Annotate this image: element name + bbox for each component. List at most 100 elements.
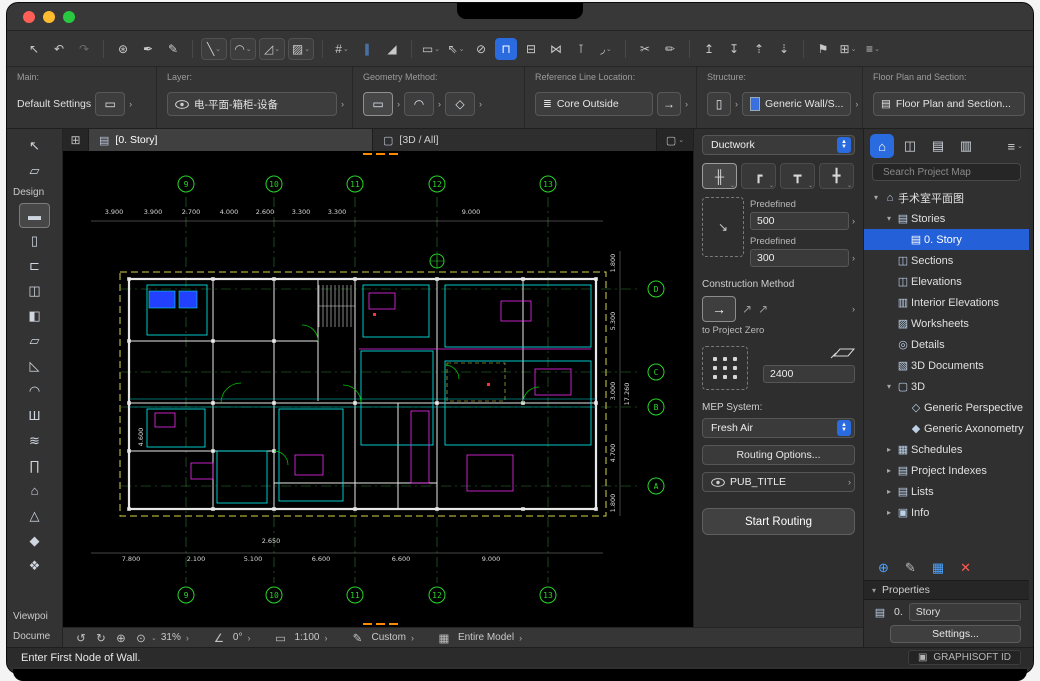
drop-icon[interactable]: ⇣ [773, 38, 795, 60]
chevron-right-icon[interactable]: › [855, 99, 858, 109]
properties-header[interactable]: ▾ Properties [864, 580, 1029, 600]
add-viewpoint-button[interactable]: ⊕ [878, 560, 889, 576]
reference-line-selector[interactable]: ≣ Core Outside [535, 92, 653, 116]
tree-item-lists[interactable]: ▸ ▤ Lists [864, 481, 1029, 502]
tree-item-stories[interactable]: ▾ ▤ Stories [864, 208, 1029, 229]
fillet-icon[interactable]: ◞ ⌄ [595, 38, 617, 60]
guide-lines-icon[interactable]: ∥ [356, 38, 378, 60]
chevron-right-icon[interactable]: › [397, 99, 400, 109]
publisher-icon[interactable]: ▥ [954, 134, 978, 158]
predefined-height-select[interactable]: 300 [750, 249, 849, 267]
pen-set-control[interactable]: Custom › [371, 632, 413, 643]
marquee-tool[interactable]: ▱ [7, 158, 62, 183]
zoom-button[interactable] [63, 10, 75, 23]
zoom-level-control[interactable]: 31% › [161, 632, 189, 643]
window-tool[interactable]: ◫ [7, 278, 62, 303]
trim-icon[interactable]: ⊟ [520, 38, 542, 60]
door-tool[interactable]: ◧ [7, 303, 62, 328]
object-tool[interactable]: ❖ [7, 553, 62, 578]
elevation-icon[interactable] [829, 346, 855, 360]
routing-options-button[interactable]: Routing Options... [702, 445, 855, 465]
palette-section-viewpoi[interactable]: Viewpoi [7, 607, 62, 627]
chevron-right-icon[interactable]: › [341, 99, 344, 109]
search-box[interactable] [872, 163, 1021, 181]
tab-3d-all[interactable]: ▢ [3D / All] [373, 129, 657, 151]
graphisoft-id-badge[interactable]: ▣ GRAPHISOFT ID [907, 650, 1021, 665]
project-map-icon[interactable]: ⌂ [870, 134, 894, 158]
tab-0-story[interactable]: ▤ [0. Story] [89, 129, 373, 151]
align-bottom-icon[interactable]: ↧ [723, 38, 745, 60]
shell-tool[interactable]: ◠ [7, 378, 62, 403]
tree-chevron-icon[interactable]: ▸ [883, 466, 895, 475]
tree-item-generic-perspective[interactable]: ◇ Generic Perspective [864, 397, 1029, 418]
wall-default-settings-button[interactable]: ▭ [95, 92, 126, 116]
close-button[interactable] [23, 10, 35, 23]
composite-selector[interactable]: Generic Wall/S... [742, 92, 852, 116]
snap-guides-icon[interactable]: ◢ [381, 38, 403, 60]
duct-elbow-icon[interactable]: ┏ ⌄ [741, 163, 776, 189]
rotation-control[interactable]: 0° › [233, 632, 251, 643]
default-settings-label[interactable]: Default Settings [17, 98, 91, 110]
orientation-icon[interactable]: ∠ [209, 631, 229, 645]
split-icon[interactable]: ⋈ [545, 38, 567, 60]
tree-chevron-icon[interactable]: ▾ [883, 382, 895, 391]
tree-item-sections[interactable]: ◫ Sections [864, 250, 1029, 271]
pick-up-parameters-icon[interactable]: ✒ [137, 38, 159, 60]
align-top-icon[interactable]: ↥ [698, 38, 720, 60]
tree-item-info[interactable]: ▸ ▣ Info [864, 502, 1029, 523]
floor-plan-drawing[interactable]: 991010111112121313DCBA 3.900 3.900 2.700… [63, 151, 693, 627]
suspend-groups-icon[interactable]: ⊘ [470, 38, 492, 60]
mesh-tool[interactable]: △ [7, 503, 62, 528]
mep-element-type-select[interactable]: Ductwork ▲ ▼ [702, 135, 855, 155]
curtain-wall-tool[interactable]: Ш [7, 403, 62, 428]
previous-view-icon[interactable]: ↺ [71, 631, 91, 645]
geometry-curved-button[interactable]: ◠ [404, 92, 434, 116]
redo-icon[interactable]: ↷ [73, 38, 95, 60]
arc-tool-icon[interactable]: ◠ ⌄ [230, 37, 256, 60]
modify-icon[interactable]: ✏ [659, 38, 681, 60]
tree-item-elevations[interactable]: ◫ Elevations [864, 271, 1029, 292]
layer-selector[interactable]: 电-平面-箱柜-设备 [167, 92, 337, 116]
chevron-right-icon[interactable]: › [852, 216, 855, 226]
tree-item-generic-axonometry[interactable]: ◆ Generic Axonometry [864, 418, 1029, 439]
save-view-button[interactable]: ▦ [932, 560, 944, 576]
tree-chevron-icon[interactable]: ▾ [870, 193, 882, 202]
navigator-menu-icon[interactable]: ≡ ⌄ [1008, 139, 1023, 154]
morph-tool[interactable]: ◆ [7, 528, 62, 553]
undo-icon[interactable]: ↶ [48, 38, 70, 60]
inject-parameters-icon[interactable]: ✎ [162, 38, 184, 60]
marquee-icon[interactable]: ▭ ⌄ [420, 38, 442, 60]
mep-routing-icon[interactable]: ⊓ [495, 37, 517, 60]
stepper-icon[interactable]: ▲ ▼ [837, 137, 851, 153]
zone-tool[interactable]: ⌂ [7, 478, 62, 503]
chevron-right-icon[interactable]: › [479, 99, 482, 109]
tree-item-details[interactable]: ◎ Details [864, 334, 1029, 355]
chevron-right-icon[interactable]: › [852, 304, 855, 314]
structure-type-button[interactable]: ▯ [707, 92, 731, 116]
scissors-icon[interactable]: ✂ [634, 38, 656, 60]
grid-snap-icon[interactable]: # ⌄ [331, 38, 353, 60]
drawing-area[interactable]: 9 9 10 10 11 11 12 12 13 13 D C B A 3.90… [63, 151, 693, 627]
layout-book-icon[interactable]: ▤ [926, 134, 950, 158]
pens-panel-icon[interactable]: ⊞ ⌄ [837, 38, 859, 60]
zoom-in-icon[interactable]: ⊕ [111, 631, 131, 645]
tree-chevron-icon[interactable]: ▾ [883, 214, 895, 223]
column-tool[interactable]: ▯ [7, 228, 62, 253]
tree-chevron-icon[interactable]: ▸ [883, 487, 895, 496]
slope-option-icon[interactable]: ↗ [758, 302, 768, 316]
model-filter-control[interactable]: Entire Model › [458, 632, 522, 643]
settings-button[interactable]: Settings... [890, 625, 1021, 643]
stair-tool[interactable]: ≋ [7, 428, 62, 453]
model-filter-icon[interactable]: ▦ [434, 631, 454, 645]
pub-title-selector[interactable]: PUB_TITLE › [702, 472, 855, 492]
insertion-anchor-button[interactable] [702, 346, 748, 390]
arrow-tool[interactable]: ↖ [7, 133, 62, 158]
chevron-right-icon[interactable]: › [852, 253, 855, 263]
viewpoint-settings-button[interactable]: ✎ [905, 560, 916, 576]
scale-icon[interactable]: ▭ [270, 631, 290, 645]
view-map-icon[interactable]: ◫ [898, 134, 922, 158]
line-tool-icon[interactable]: ╲ ⌄ [201, 37, 227, 60]
view-options-button[interactable]: ▢ ⌄ [657, 129, 693, 151]
zoom-menu-icon[interactable]: ⊙ [131, 631, 151, 645]
mep-system-select[interactable]: Fresh Air ▲ ▼ [702, 418, 855, 438]
